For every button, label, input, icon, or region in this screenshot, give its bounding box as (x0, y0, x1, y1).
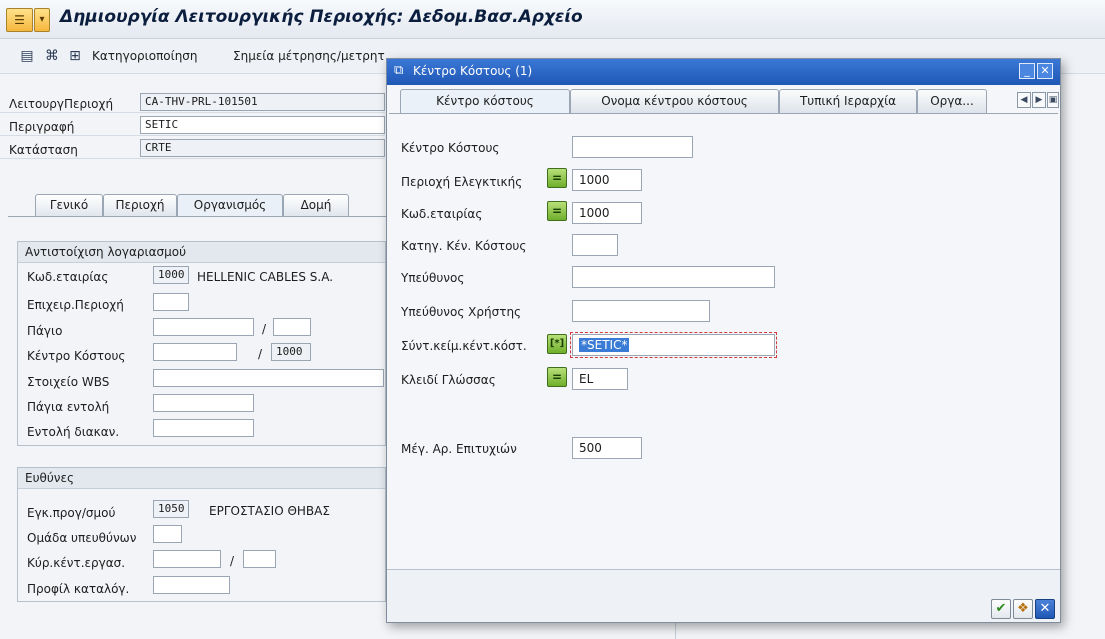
dlg-short-text-label: Σύντ.κείμ.κέντ.κόστ. (401, 339, 527, 353)
cost-center-field[interactable] (153, 343, 237, 361)
dlg-cost-center-label: Κέντρο Κόστους (401, 141, 500, 155)
dlg-category-label: Κατηγ. Κέν. Κόστους (401, 239, 527, 253)
tab-strip-line (8, 216, 386, 217)
cancel-icon[interactable]: ✕ (1035, 599, 1055, 619)
dlg-responsible-label: Υπεύθυνος (401, 271, 465, 285)
dlg-company-code-label: Κωδ.εταιρίας (401, 207, 483, 221)
cost-center-separator: / (258, 347, 263, 361)
status-label: Κατάσταση (9, 143, 78, 157)
equal-op-icon[interactable]: = (547, 168, 567, 188)
dlg-company-code-field[interactable]: 1000 (572, 202, 642, 224)
dlg-controlling-area-label: Περιοχή Ελεγκτικής (401, 175, 523, 189)
confirm-icon[interactable]: ✔ (991, 599, 1011, 619)
cost-center-sub-field[interactable]: 1000 (271, 343, 311, 361)
tab-scroll-left-icon[interactable]: ◀ (1017, 92, 1031, 108)
page-title: Δημιουργία Λειτουργικής Περιοχής: Δεδομ.… (60, 7, 583, 27)
equal-op-icon[interactable]: = (547, 201, 567, 221)
classification-button[interactable]: Κατηγοριοποίηση (92, 49, 198, 63)
tab-general[interactable]: Γενικό (35, 194, 103, 216)
business-area-field[interactable] (153, 293, 189, 311)
planning-plant-label: Εγκ.προγ/σμού (27, 506, 116, 520)
tab-scroll-right-icon[interactable]: ▶ (1032, 92, 1046, 108)
account-assignment-title: Αντιστοίχιση λογαριασμού (18, 242, 385, 263)
overview-icon[interactable]: ▤ (18, 47, 36, 65)
catalog-profile-field[interactable] (153, 576, 230, 594)
company-code-field[interactable]: 1000 (153, 266, 189, 284)
responsibilities-title: Ευθύνες (18, 468, 385, 489)
dlg-responsible-user-field[interactable] (572, 300, 710, 322)
tab-location[interactable]: Περιοχή (103, 194, 177, 216)
dlg-short-text-selection: *SETIC* (579, 338, 630, 352)
standing-order-field[interactable] (153, 419, 254, 437)
dlg-cost-center-field[interactable] (572, 136, 693, 158)
dialog-title: Κέντρο Κόστους (1) (413, 64, 533, 78)
close-icon[interactable]: ✕ (1037, 63, 1053, 79)
planner-group-label: Ομάδα υπευθύνων (27, 531, 137, 545)
asset-field[interactable] (153, 318, 254, 336)
tab-structure[interactable]: Δομή (283, 194, 349, 216)
asset-separator: / (262, 322, 267, 336)
dlg-responsible-field[interactable] (572, 266, 775, 288)
dialog-tab-cost-center-name[interactable]: Ονομα κέντρου κόστους (570, 89, 779, 113)
dialog-tab-standard-hierarchy[interactable]: Τυπική Ιεραρχία (779, 89, 917, 113)
work-center-field[interactable] (153, 550, 221, 568)
dlg-language-field[interactable]: EL (572, 368, 628, 390)
funcloc-field[interactable]: CA-THV-PRL-101501 (140, 93, 385, 111)
planning-plant-text: ΕΡΓΟΣΤΑΣΙΟ ΘΗΒΑΣ (209, 504, 330, 518)
dialog-icon: ⧉ (394, 63, 404, 78)
dialog-tab-organization[interactable]: Οργα... (917, 89, 987, 113)
catalog-profile-label: Προφίλ καταλόγ. (27, 582, 130, 596)
description-field[interactable]: SETIC (140, 116, 385, 134)
planning-plant-field[interactable]: 1050 (153, 500, 189, 518)
funcloc-label: ΛειτουργΠεριοχή (9, 97, 114, 111)
asset-sub-field[interactable] (273, 318, 311, 336)
standing-order-label: Εντολή διακαν. (27, 425, 120, 439)
dlg-responsible-user-label: Υπεύθυνος Χρήστης (401, 305, 522, 319)
wbs-field[interactable] (153, 369, 384, 387)
description-label: Περιγραφή (9, 120, 75, 134)
minimize-icon[interactable]: _ (1019, 63, 1035, 79)
hierarchy-icon[interactable]: ⌘ (43, 47, 61, 65)
cost-center-dialog: ⧉ Κέντρο Κόστους (1) _ ✕ Κέντρο κόστους … (386, 58, 1061, 623)
dlg-category-field[interactable] (572, 234, 618, 256)
dialog-footer (387, 569, 1060, 622)
company-name-text: HELLENIC CABLES S.A. (197, 270, 334, 284)
tab-list-icon[interactable]: ▣ (1047, 92, 1059, 108)
work-center-label: Κύρ.κέντ.εργασ. (27, 556, 126, 570)
dropdown-icon[interactable]: ▾ (34, 8, 50, 32)
planner-group-field[interactable] (153, 525, 182, 543)
dlg-language-label: Κλειδί Γλώσσας (401, 373, 496, 387)
status-field[interactable]: CRTE (140, 139, 385, 157)
asset-label: Πάγιο (27, 324, 63, 338)
dlg-max-hits-label: Μέγ. Αρ. Επιτυχιών (401, 442, 517, 456)
structure-icon[interactable]: ⊞ (66, 47, 84, 65)
dlg-short-text-field[interactable]: *SETIC* (570, 332, 777, 358)
wbs-label: Στοιχείο WBS (27, 375, 110, 389)
company-code-label: Κωδ.εταιρίας (27, 270, 109, 284)
asset-order-label: Πάγια εντολή (27, 400, 110, 414)
work-center-separator: / (230, 554, 235, 568)
business-area-label: Επιχειρ.Περιοχή (27, 298, 124, 312)
equal-op-icon[interactable]: = (547, 367, 567, 387)
measuring-points-button[interactable]: Σημεία μέτρησης/μετρητ (233, 49, 385, 63)
dialog-tab-cost-center[interactable]: Κέντρο κόστους (400, 89, 570, 113)
pattern-op-icon[interactable]: [*] (547, 334, 567, 354)
work-center-sub-field[interactable] (243, 550, 276, 568)
tab-organization[interactable]: Οργανισμός (177, 194, 283, 216)
asset-order-field[interactable] (153, 394, 254, 412)
search-help-icon[interactable]: ❖ (1013, 599, 1033, 619)
dlg-max-hits-field[interactable]: 500 (572, 437, 642, 459)
dlg-controlling-area-field[interactable]: 1000 (572, 169, 642, 191)
menu-icon[interactable]: ☰ (6, 8, 33, 32)
cost-center-label: Κέντρο Κόστους (27, 349, 126, 363)
